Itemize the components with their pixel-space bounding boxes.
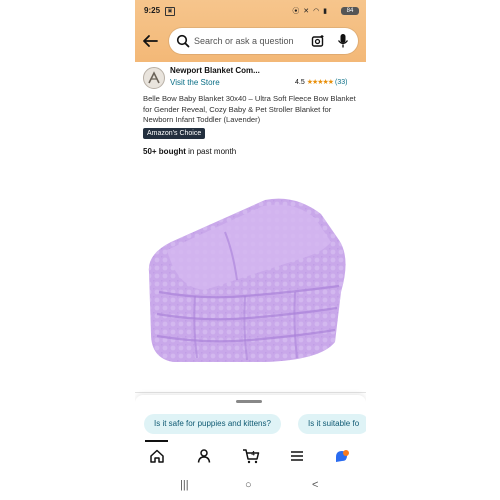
rufus-icon[interactable] <box>334 448 350 464</box>
drag-handle[interactable] <box>236 400 262 403</box>
bought-count: 50+ bought in past month <box>143 147 236 156</box>
visit-store-link[interactable]: Visit the Store <box>170 78 220 87</box>
seller-row: Newport Blanket Com... Visit the Store 4… <box>143 66 363 92</box>
menu-icon[interactable] <box>289 448 305 464</box>
product-image[interactable] <box>145 192 355 364</box>
divider <box>135 392 366 393</box>
product-title: Belle Bow Baby Blanket 30x40 – Ultra Sof… <box>143 94 356 124</box>
home-icon[interactable] <box>149 448 165 464</box>
back-arrow-icon[interactable] <box>141 33 159 49</box>
cart-icon[interactable]: 4 <box>242 448 260 464</box>
system-home-button[interactable]: ○ <box>245 479 252 491</box>
phone-screen: 9:25 ▣ ⦿ ✕ ◠ ▮ 84 Search or ask a questi… <box>135 0 366 500</box>
question-sheet: Is it safe for puppies and kittens? Is i… <box>135 395 366 440</box>
system-back-button[interactable]: < <box>312 479 318 491</box>
amazons-choice-badge: Amazon's Choice <box>143 128 206 139</box>
status-time: 9:25 <box>144 6 161 15</box>
app-header: 9:25 ▣ ⦿ ✕ ◠ ▮ 84 Search or ask a questi… <box>135 0 366 62</box>
battery-icon: 84 <box>341 7 359 15</box>
microphone-icon[interactable] <box>337 33 349 49</box>
question-chip-2[interactable]: Is it suitable fo <box>298 414 366 434</box>
active-tab-indicator <box>145 440 168 442</box>
bought-bold: 50+ bought <box>143 147 186 156</box>
review-count: (33) <box>335 79 348 86</box>
account-icon[interactable] <box>196 448 212 464</box>
question-chip-1[interactable]: Is it safe for puppies and kittens? <box>144 414 281 434</box>
search-input[interactable]: Search or ask a question <box>194 36 294 46</box>
rating-summary[interactable]: 4.5 ★★★★★ (33) <box>295 78 347 86</box>
system-nav-bar: ||| ○ < <box>135 470 366 500</box>
status-bar: 9:25 ▣ ⦿ ✕ ◠ ▮ 84 <box>135 0 366 24</box>
camera-search-icon[interactable] <box>311 34 325 48</box>
search-icon <box>176 34 190 48</box>
brand-logo[interactable] <box>143 67 165 89</box>
rating-value: 4.5 <box>295 79 305 86</box>
seller-name[interactable]: Newport Blanket Com... <box>170 66 260 75</box>
bottom-nav: 4 <box>135 440 366 470</box>
rating-stars-icon: ★★★★★ <box>306 79 334 86</box>
recents-button[interactable]: ||| <box>180 479 189 491</box>
signal-wifi-icons: ⦿ ✕ ◠ ▮ <box>292 8 328 15</box>
notification-icon: ▣ <box>165 7 175 16</box>
search-bar[interactable]: Search or ask a question <box>169 28 358 54</box>
bought-rest: in past month <box>185 147 237 156</box>
